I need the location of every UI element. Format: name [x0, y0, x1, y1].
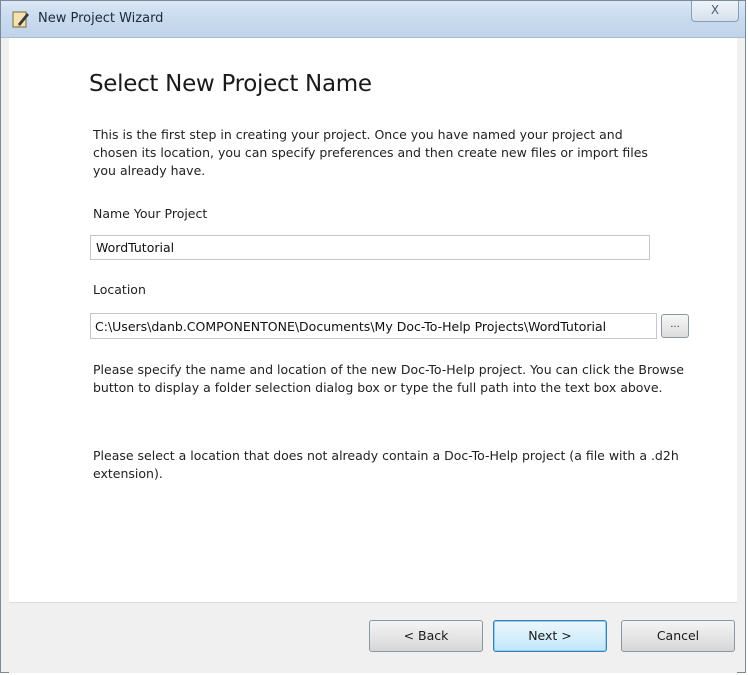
help-text-existing-project: Please select a location that does not a… — [93, 448, 679, 481]
project-name-input[interactable] — [90, 235, 650, 260]
location-label: Location — [93, 282, 146, 297]
intro-text: This is the first step in creating your … — [93, 127, 648, 178]
wizard-window: New Project Wizard X Select New Project … — [0, 0, 746, 673]
next-button[interactable]: Next > — [493, 620, 607, 652]
pencil-book-icon — [12, 11, 29, 28]
browse-button[interactable]: ... — [661, 314, 689, 338]
page-title: Select New Project Name — [89, 71, 372, 97]
wizard-content: Select New Project Name This is the firs… — [9, 38, 737, 603]
help-text-location: Please specify the name and location of … — [93, 362, 684, 395]
location-input[interactable] — [90, 313, 657, 339]
close-button[interactable]: X — [691, 1, 739, 22]
close-icon: X — [710, 3, 720, 17]
back-button[interactable]: < Back — [369, 620, 483, 652]
cancel-button[interactable]: Cancel — [621, 620, 735, 652]
project-name-label: Name Your Project — [93, 206, 208, 221]
title-bar: New Project Wizard X — [1, 1, 745, 38]
window-title: New Project Wizard — [38, 11, 164, 26]
